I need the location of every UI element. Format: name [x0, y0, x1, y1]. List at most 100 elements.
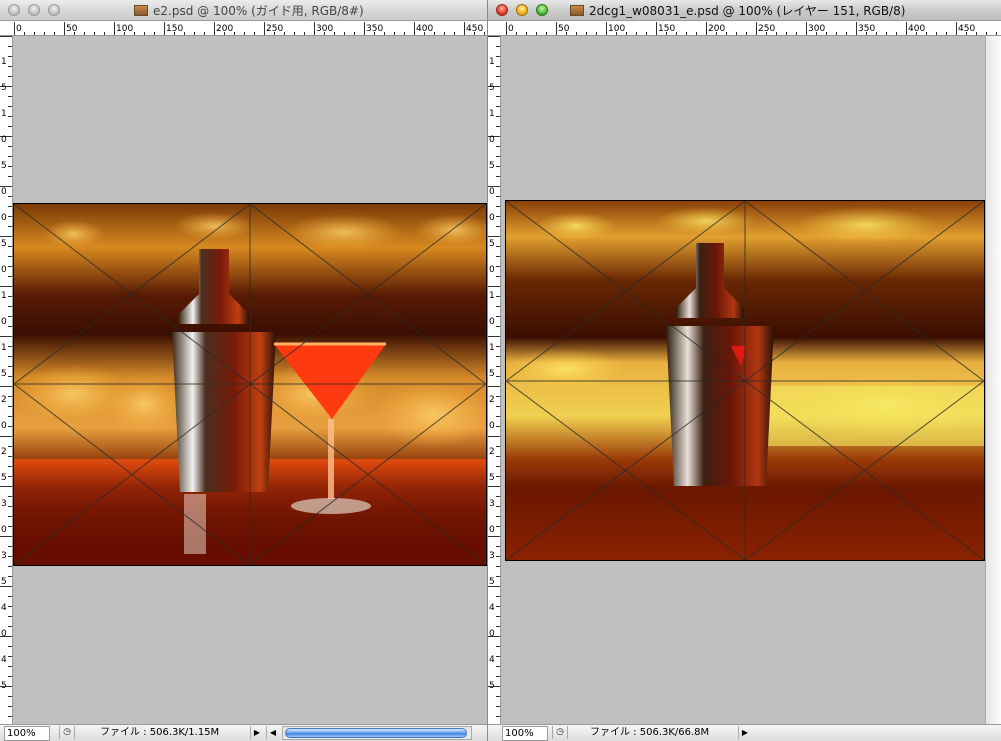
zoom-level-field[interactable]: 100% — [4, 726, 50, 741]
ruler-label: 4 — [489, 655, 495, 665]
ruler-label: 300 — [808, 24, 825, 34]
ruler-label: 450 — [958, 24, 975, 34]
scroll-left-arrow-icon[interactable]: ◀ — [266, 726, 279, 739]
ruler-label: 1 — [489, 343, 495, 353]
close-button-icon[interactable] — [8, 4, 20, 16]
ruler-label: 5 — [489, 681, 495, 691]
ruler-label: 0 — [1, 317, 7, 327]
zoom-button-icon[interactable] — [48, 4, 60, 16]
ruler-label: 2 — [1, 395, 7, 405]
minimize-button-icon[interactable] — [28, 4, 40, 16]
ruler-label: 0 — [489, 213, 495, 223]
ruler-label: 0 — [489, 265, 495, 275]
ruler-label: 0 — [489, 421, 495, 431]
ruler-label: 0 — [508, 24, 514, 34]
ruler-label: 4 — [489, 603, 495, 613]
ruler-label: 5 — [489, 161, 495, 171]
ruler-label: 1 — [489, 291, 495, 301]
ruler-label: 0 — [1, 629, 7, 639]
ruler-label: 1 — [1, 291, 7, 301]
ruler-label: 3 — [1, 499, 7, 509]
title-bar[interactable]: e2.psd @ 100% (ガイド用, RGB/8#) — [0, 0, 487, 21]
psd-document-icon — [134, 5, 148, 16]
ruler-label: 0 — [1, 421, 7, 431]
ruler-label: 300 — [316, 24, 333, 34]
psd-document-icon — [570, 5, 584, 16]
vertical-scrollbar[interactable] — [985, 36, 1001, 725]
status-menu-icon[interactable]: ◷ — [552, 726, 568, 739]
ruler-label: 5 — [1, 369, 7, 379]
status-arrow-icon[interactable]: ▶ — [250, 726, 263, 739]
window-title-text: e2.psd @ 100% (ガイド用, RGB/8#) — [153, 4, 364, 18]
file-size-info: ファイル : 506.3K/66.8M — [590, 727, 710, 738]
horizontal-ruler[interactable]: 0 50 100 150 200 250 300 350 400 450 — [500, 21, 1001, 36]
ruler-label: 5 — [489, 239, 495, 249]
zoom-level-field[interactable]: 100% — [502, 726, 548, 741]
ruler-label: 5 — [489, 83, 495, 93]
horizontal-scrollbar[interactable] — [282, 726, 472, 740]
status-bar: 100% ◷ ファイル : 506.3K/66.8M ▶ — [488, 724, 1001, 741]
ruler-label: 0 — [489, 135, 495, 145]
ruler-label: 400 — [416, 24, 433, 34]
window-title: e2.psd @ 100% (ガイド用, RGB/8#) — [134, 2, 364, 19]
title-bar[interactable]: 2dcg1_w08031_e.psd @ 100% (レイヤー 151, RGB… — [488, 0, 1001, 21]
ruler-label: 450 — [466, 24, 483, 34]
ruler-label: 0 — [489, 317, 495, 327]
ruler-label: 4 — [1, 603, 7, 613]
ruler-label: 350 — [858, 24, 875, 34]
ruler-label: 3 — [489, 499, 495, 509]
ruler-label: 0 — [1, 265, 7, 275]
ruler-label: 1 — [1, 109, 7, 119]
close-button-icon[interactable] — [496, 4, 508, 16]
ruler-label: 2 — [489, 395, 495, 405]
ruler-label: 0 — [1, 213, 7, 223]
status-bar: 100% ◷ ファイル : 506.3K/1.15M ▶ ◀ — [0, 724, 487, 741]
ruler-label: 1 — [489, 109, 495, 119]
zoom-button-icon[interactable] — [536, 4, 548, 16]
ruler-label: 5 — [1, 681, 7, 691]
ruler-label: 4 — [1, 655, 7, 665]
ruler-label: 5 — [1, 577, 7, 587]
image-canvas[interactable] — [13, 203, 487, 566]
status-arrow-icon[interactable]: ▶ — [738, 726, 751, 739]
ruler-label: 0 — [1, 187, 7, 197]
ruler-label: 1 — [1, 57, 7, 67]
minimize-button-icon[interactable] — [516, 4, 528, 16]
window-title: 2dcg1_w08031_e.psd @ 100% (レイヤー 151, RGB… — [570, 2, 905, 19]
ruler-label: 100 — [608, 24, 625, 34]
ruler-label: 0 — [1, 135, 7, 145]
ruler-label: 5 — [1, 161, 7, 171]
ruler-label: 2 — [1, 447, 7, 457]
ruler-label: 350 — [366, 24, 383, 34]
ruler-label: 400 — [908, 24, 925, 34]
ruler-label: 200 — [216, 24, 233, 34]
ruler-label: 1 — [1, 343, 7, 353]
ruler-label: 3 — [1, 551, 7, 561]
ruler-label: 5 — [489, 577, 495, 587]
ruler-label: 5 — [489, 473, 495, 483]
ruler-label: 150 — [166, 24, 183, 34]
vertical-ruler[interactable]: 1510500501015202530354045 — [488, 36, 501, 725]
ruler-label: 100 — [116, 24, 133, 34]
horizontal-ruler[interactable]: 0 50 100 150 200 250 300 350 400 450 — [12, 21, 487, 36]
ruler-label: 0 — [489, 629, 495, 639]
image-canvas[interactable] — [505, 200, 985, 561]
ruler-label: 0 — [16, 24, 22, 34]
scrollbar-thumb[interactable] — [285, 728, 467, 738]
ruler-label: 200 — [708, 24, 725, 34]
vertical-ruler[interactable]: 1510500501015202530354045 — [0, 36, 13, 725]
window-title-text: 2dcg1_w08031_e.psd @ 100% (レイヤー 151, RGB… — [589, 4, 906, 18]
ruler-label: 5 — [1, 239, 7, 249]
ruler-label: 3 — [489, 551, 495, 561]
ruler-label: 5 — [489, 369, 495, 379]
left-document-window: e2.psd @ 100% (ガイド用, RGB/8#) 0 50 100 150 20… — [0, 0, 488, 741]
ruler-label: 150 — [658, 24, 675, 34]
ruler-label: 50 — [558, 24, 570, 34]
ruler-label: 5 — [1, 83, 7, 93]
ruler-label: 50 — [66, 24, 78, 34]
ruler-label: 250 — [266, 24, 283, 34]
right-document-window: 2dcg1_w08031_e.psd @ 100% (レイヤー 151, RGB… — [488, 0, 1001, 741]
ruler-label: 250 — [758, 24, 775, 34]
ruler-label: 0 — [1, 525, 7, 535]
status-menu-icon[interactable]: ◷ — [59, 726, 75, 739]
